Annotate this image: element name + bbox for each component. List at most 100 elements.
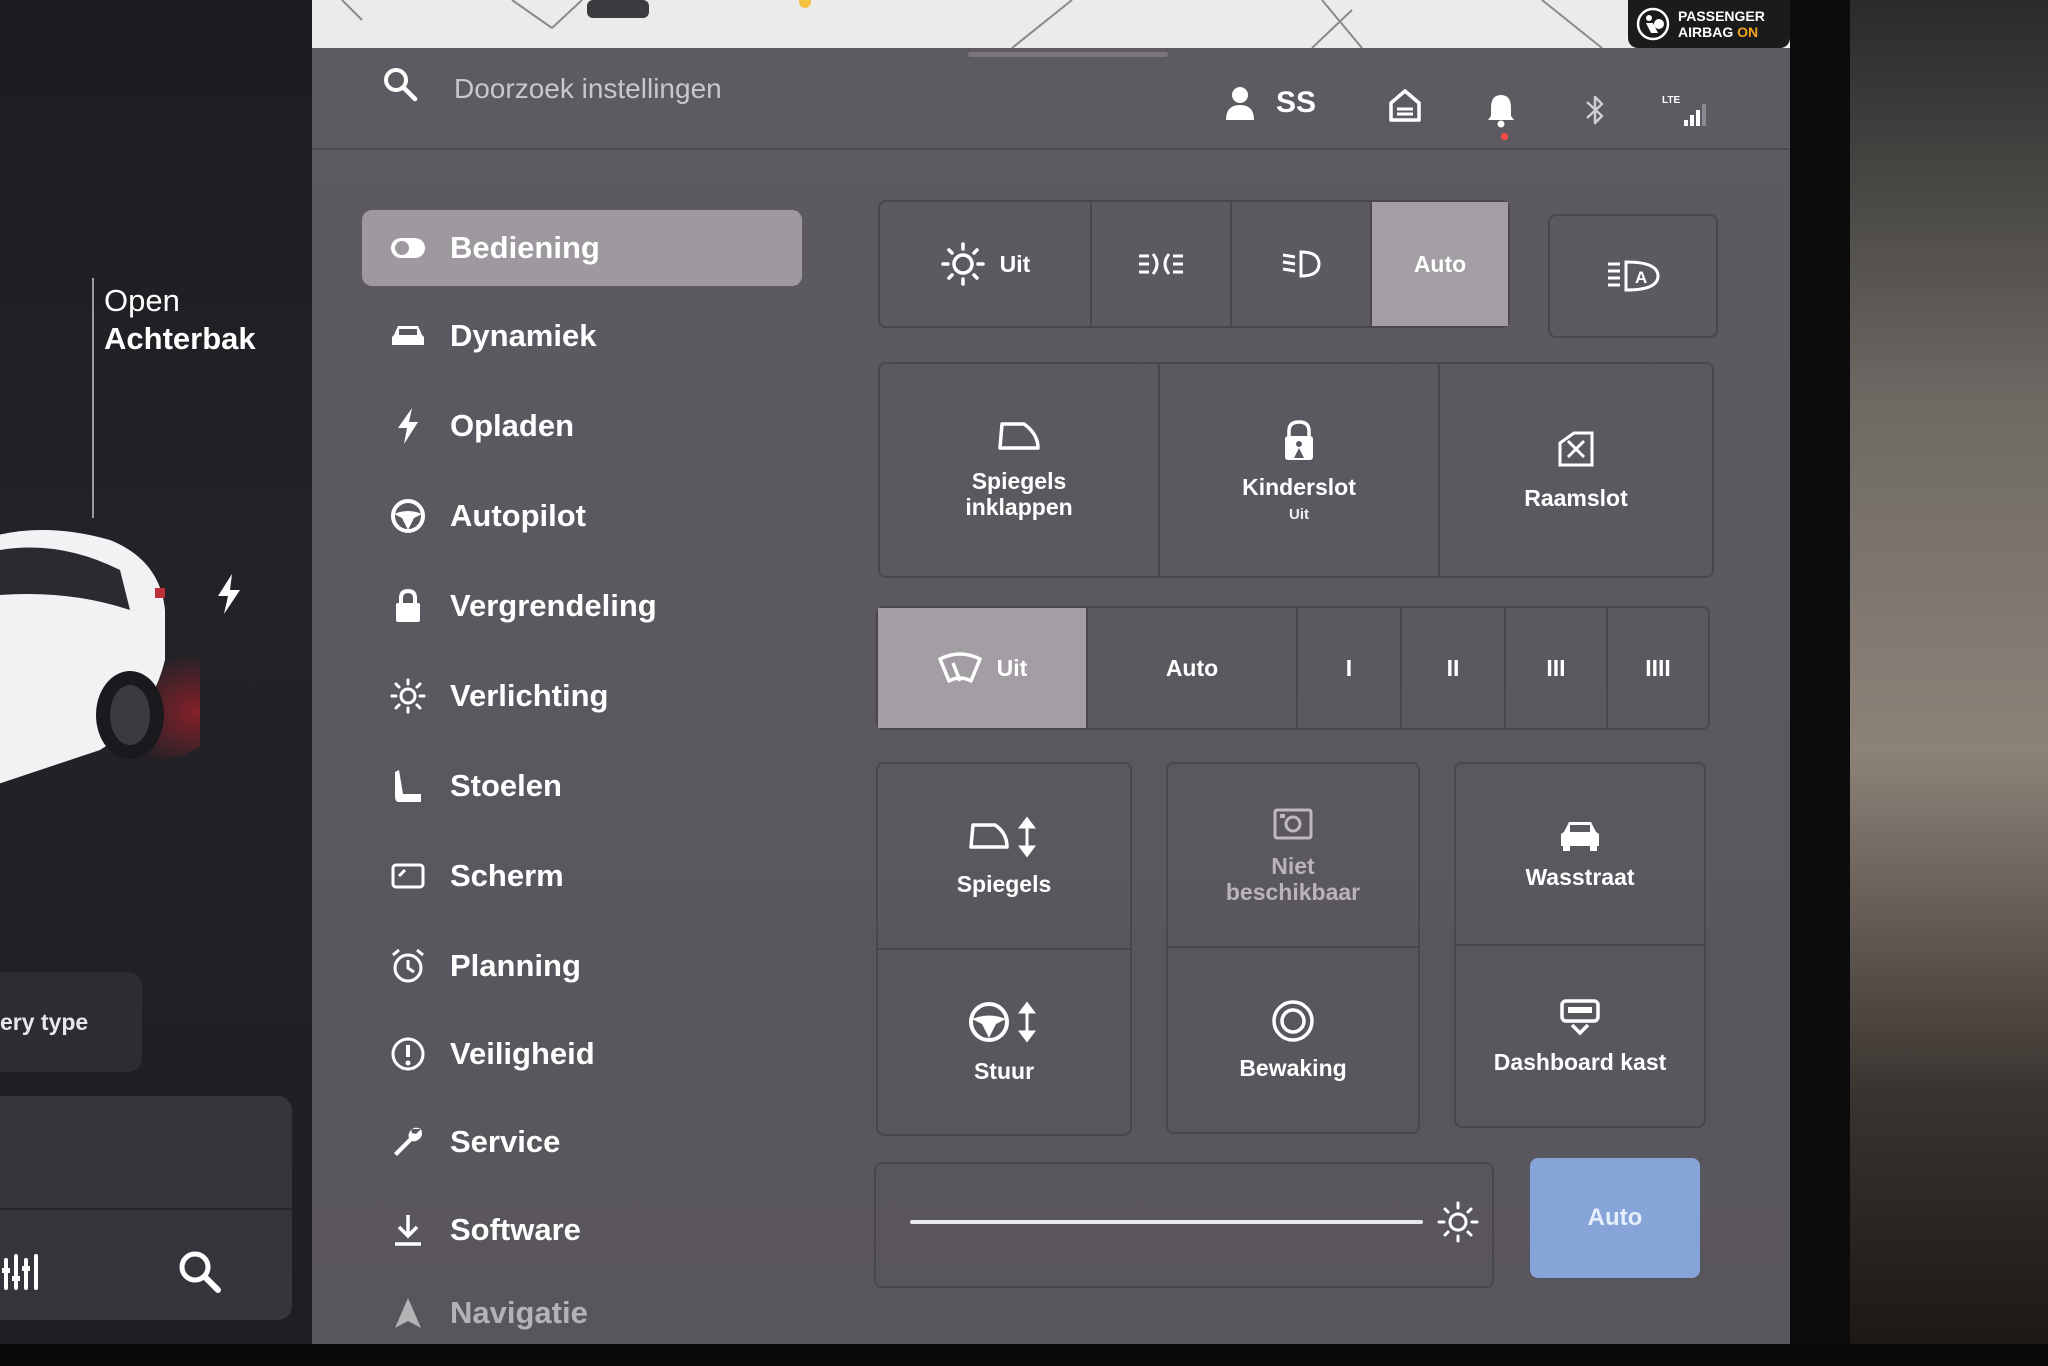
navigation-icon	[388, 1293, 428, 1333]
steering-adjust-label: Stuur	[973, 1058, 1035, 1084]
lights-auto-button[interactable]: Auto	[1370, 202, 1508, 326]
user-icon[interactable]	[1224, 86, 1256, 120]
window-lock-button[interactable]: Raamslot	[1438, 364, 1712, 576]
card-type-tile[interactable]: ery type	[0, 972, 142, 1072]
steering-adjust-icon	[969, 1001, 1036, 1043]
charge-bolt-icon	[218, 574, 240, 614]
sidebar-item-autopilot[interactable]: Autopilot	[362, 478, 802, 554]
settings-search-input[interactable]	[452, 68, 876, 110]
panel-grab-handle[interactable]	[968, 52, 1168, 57]
wiper-speed-3-button[interactable]: III	[1504, 608, 1606, 728]
bell-icon[interactable]	[1486, 92, 1516, 128]
steering-wheel-icon	[388, 496, 428, 536]
light-icon	[388, 676, 428, 716]
glovebox-icon	[1560, 999, 1600, 1036]
sidebar-item-service[interactable]: Service	[362, 1104, 802, 1180]
wiper-icon	[937, 652, 982, 683]
glovebox-label: Dashboard kast	[1493, 1049, 1667, 1075]
camera-icon	[1273, 808, 1313, 840]
sidebar-item-label: Dynamiek	[450, 318, 597, 353]
auto-high-beam-button[interactable]: A	[1548, 214, 1718, 338]
sidebar-item-label: Planning	[450, 948, 581, 983]
airbag-line1: PASSENGER	[1678, 8, 1765, 24]
wipers-off-button[interactable]: Uit	[878, 608, 1086, 728]
sidebar-item-navigatie[interactable]: Navigatie	[362, 1282, 802, 1344]
brightness-icon	[1437, 1201, 1479, 1243]
sidebar-item-scherm[interactable]: Scherm	[362, 838, 802, 914]
mirror-adjust-label: Spiegels	[956, 871, 1052, 897]
fold-mirrors-label: Spiegels inklappen	[965, 468, 1073, 520]
mirror-adjust-button[interactable]: Spiegels	[878, 764, 1130, 948]
sidebar-item-label: Autopilot	[450, 498, 587, 533]
svg-text:A: A	[1635, 268, 1647, 287]
sidebar-item-stoelen[interactable]: Stoelen	[362, 748, 802, 824]
sentry-mode-label: Bewaking	[1239, 1055, 1347, 1081]
car-wash-label: Wasstraat	[1525, 864, 1635, 890]
search-icon[interactable]	[176, 1248, 222, 1294]
child-lock-button[interactable]: Kinderslot Uit	[1158, 364, 1438, 576]
car-icon	[388, 316, 428, 356]
wiper-speed-label: III	[1546, 655, 1566, 681]
sidebar-item-planning[interactable]: Planning	[362, 928, 802, 1004]
dashcam-status-label: Niet beschikbaar	[1225, 853, 1361, 905]
home-icon[interactable]	[1388, 88, 1422, 122]
wipers-off-label: Uit	[996, 655, 1028, 681]
lights-off-button[interactable]: Uit	[880, 202, 1090, 326]
parking-light-icon	[1139, 253, 1183, 275]
low-beam-button[interactable]	[1230, 202, 1370, 326]
sentry-icon	[1272, 1000, 1314, 1042]
fold-mirrors-button[interactable]: Spiegels inklappen	[880, 364, 1158, 576]
mirror-icon	[998, 422, 1040, 450]
bluetooth-icon[interactable]	[1584, 92, 1606, 128]
search-icon[interactable]	[382, 66, 418, 102]
steering-adjust-button[interactable]: Stuur	[878, 950, 1130, 1134]
sidebar-item-bediening[interactable]: Bediening	[362, 210, 802, 286]
toggle-icon	[388, 228, 428, 268]
equalizer-icon[interactable]	[2, 1250, 44, 1292]
sentry-mode-button[interactable]: Bewaking	[1168, 948, 1418, 1132]
brightness-slider-box	[874, 1162, 1494, 1288]
alert-icon	[388, 1034, 428, 1074]
wiper-speed-2-button[interactable]: II	[1400, 608, 1504, 728]
sidebar-item-opladen[interactable]: Opladen	[362, 388, 802, 464]
seat-icon	[388, 766, 428, 806]
card-type-text: ery type	[0, 1008, 89, 1035]
sidebar-item-label: Opladen	[450, 408, 575, 443]
brightness-slider[interactable]	[910, 1220, 1423, 1224]
sidebar-item-label: Scherm	[450, 858, 564, 893]
wiper-speed-label: I	[1345, 655, 1353, 681]
wiper-speed-1-button[interactable]: I	[1296, 608, 1400, 728]
sidebar-item-vergrendeling[interactable]: Vergrendeling	[362, 568, 802, 644]
dashcam-unavailable-button: Niet beschikbaar	[1168, 764, 1418, 946]
passenger-airbag-status: PASSENGER AIRBAG ON	[1628, 0, 1790, 48]
notification-dot	[1501, 133, 1508, 140]
auto-brightness-button[interactable]: Auto	[1530, 1158, 1700, 1278]
sidebar-item-label: Software	[450, 1212, 581, 1247]
sun-icon	[940, 242, 985, 286]
user-initials[interactable]: SS	[1276, 86, 1316, 120]
sidebar-item-verlichting[interactable]: Verlichting	[362, 658, 802, 734]
glovebox-button[interactable]: Dashboard kast	[1456, 946, 1704, 1126]
svg-text:LTE: LTE	[1662, 95, 1680, 106]
trunk-indicator-line	[92, 278, 94, 518]
lte-signal-icon: LTE	[1662, 95, 1706, 126]
sidebar-item-veiligheid[interactable]: Veiligheid	[362, 1016, 802, 1092]
wiper-speed-4-button[interactable]: IIII	[1606, 608, 1708, 728]
child-lock-icon	[1285, 419, 1313, 460]
alarm-clock-icon	[388, 946, 428, 986]
wiper-speed-label: IIII	[1645, 655, 1671, 681]
wipers-auto-button[interactable]: Auto	[1086, 608, 1296, 728]
sidebar-item-label: Verlichting	[450, 678, 609, 713]
car-illustration	[0, 530, 200, 784]
sidebar-item-software[interactable]: Software	[362, 1192, 802, 1268]
open-trunk-button[interactable]: Open Achterbak	[104, 282, 256, 358]
sidebar-item-dynamiek[interactable]: Dynamiek	[362, 298, 802, 374]
header-divider	[312, 148, 1790, 150]
trunk-label-line1: Open	[104, 283, 180, 318]
airbag-state: ON	[1737, 24, 1759, 40]
car-wash-button[interactable]: Wasstraat	[1456, 764, 1704, 944]
parking-lights-button[interactable]	[1090, 202, 1230, 326]
display-icon	[388, 856, 428, 896]
lock-icon	[388, 586, 428, 626]
screen-bottom-edge	[0, 1344, 2048, 1366]
